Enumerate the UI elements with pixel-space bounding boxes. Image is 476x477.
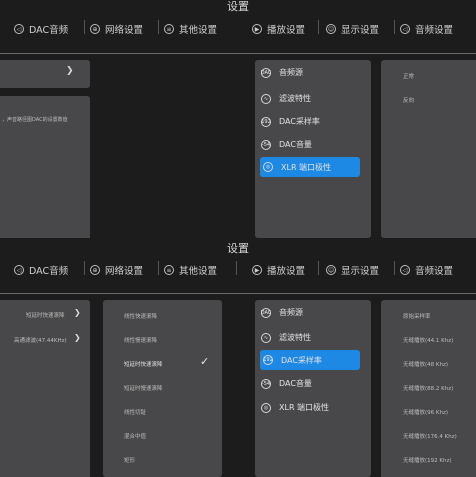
tab-underline — [0, 53, 476, 54]
menu-item-audio-source[interactable]: DAC 音频源 — [261, 67, 303, 78]
chevron-right-icon: ❯ — [74, 308, 81, 317]
tab-other[interactable]: ≡ 其他设置 — [164, 263, 217, 277]
filter-option[interactable]: 线性慢速滚降 — [124, 336, 157, 344]
menu-item-volume[interactable]: -54 DAC音量 — [261, 378, 312, 389]
tab-divider — [318, 20, 319, 34]
sample-rate-option[interactable]: 无缝播放(48 Khz) — [403, 360, 448, 368]
filter-current-item[interactable]: 短延时快速滚降 — [26, 311, 65, 319]
filter-icon: ∿ — [261, 332, 271, 343]
menu-item-filter[interactable]: ∿ 滤波特性 — [261, 93, 311, 104]
polarity-options-panel: 正常 反向 — [381, 60, 476, 238]
settings-screen-bottom: 设置 ◁ DAC音频 ⊕ 网络设置 ≡ 其他设置 ▶ 播放设置 ☺ 显示设置 ◁ 音频设置 … — [0, 239, 476, 477]
menu-item-filter[interactable]: ∿ 滤波特性 — [261, 332, 311, 343]
tab-underline — [0, 293, 476, 294]
option-inverted[interactable]: 反向 — [403, 96, 414, 104]
filter-option[interactable]: 混合中值 — [124, 432, 146, 440]
list-icon: ≡ — [164, 24, 174, 34]
globe-icon: ⊕ — [90, 24, 100, 34]
tab-other[interactable]: ≡ 其他设置 — [164, 22, 217, 36]
filter-options-panel: 线性快速滚降 线性慢速滚降 短延时快速滚降 ✓ 短延时慢速滚降 线性切趾 混合中… — [103, 300, 222, 477]
dac-icon: DAC — [260, 307, 272, 318]
globe-icon: ⊕ — [90, 265, 100, 275]
play-icon: ▶ — [252, 265, 262, 275]
sample-rate-option[interactable]: 无缝播放(192 Khz) — [403, 456, 452, 464]
play-icon: ▶ — [252, 24, 262, 34]
settings-screen-top: 设置 ◁ DAC音频 ⊕ 网络设置 ≡ 其他设置 ▶ 播放设置 ☺ 显示设置 ◁ 音频设置 … — [0, 0, 476, 238]
sample-rate-icon: 192 — [263, 355, 273, 365]
speaker-icon: ◁ — [14, 24, 24, 34]
tab-display[interactable]: ☺ 显示设置 — [326, 22, 379, 36]
tab-divider — [236, 261, 237, 275]
tab-divider — [84, 20, 85, 34]
filter-option-selected[interactable]: 短延时快速滚降 — [124, 360, 163, 368]
volume-icon: -54 — [261, 139, 271, 150]
polarity-icon: ◎ — [261, 402, 271, 413]
tab-divider — [158, 261, 159, 275]
tab-bar: ◁ DAC音频 ⊕ 网络设置 ≡ 其他设置 ▶ 播放设置 ☺ 显示设置 ◁ 音频设置 — [0, 16, 476, 40]
tab-divider — [394, 261, 395, 275]
dac-info-text: ，声音路径图DAC的设置数值 — [2, 117, 68, 123]
menu-item-xlr-polarity[interactable]: ◎ XLR 端口极性 — [260, 157, 360, 177]
sample-rate-option[interactable]: 无缝播放(88.2 Khz) — [403, 384, 453, 392]
filter-icon: ∿ — [261, 93, 271, 104]
tab-playback[interactable]: ▶ 播放设置 — [252, 22, 305, 36]
dac-menu-panel: DAC 音频源 ∿ 滤波特性 192 DAC采样率 -54 DAC音量 ◎ XLR 端口极… — [255, 300, 371, 477]
chevron-right-icon: ❯ — [74, 333, 81, 342]
option-normal[interactable]: 正常 — [403, 72, 414, 80]
tab-network[interactable]: ⊕ 网络设置 — [90, 263, 143, 277]
sample-rate-icon: 192 — [261, 116, 271, 127]
dac-icon: DAC — [260, 67, 272, 78]
tab-audio[interactable]: ◁ 音频设置 — [400, 263, 453, 277]
menu-item-volume[interactable]: -54 DAC音量 — [261, 139, 312, 150]
display-icon: ☺ — [326, 265, 336, 275]
tab-dac-audio[interactable]: ◁ DAC音频 — [14, 22, 68, 36]
display-icon: ☺ — [326, 24, 336, 34]
highpass-item[interactable]: 高通滤波(47.44KHz) — [14, 336, 67, 344]
speaker-icon: ◁ — [400, 24, 410, 34]
list-icon: ≡ — [164, 265, 174, 275]
tab-divider — [84, 261, 85, 275]
tab-divider — [394, 20, 395, 34]
dac-submenu-row[interactable]: ❯ — [0, 60, 90, 88]
polarity-icon: ◎ — [263, 162, 273, 172]
sample-rate-option[interactable]: 无缝播放(176.4 Khz) — [403, 432, 457, 440]
menu-item-audio-source[interactable]: DAC 音频源 — [261, 307, 303, 318]
sample-rate-option[interactable]: 无缝播放(96 Khz) — [403, 408, 448, 416]
menu-item-xlr-polarity[interactable]: ◎ XLR 端口极性 — [261, 402, 329, 413]
tab-playback[interactable]: ▶ 播放设置 — [252, 263, 305, 277]
dac-menu-panel: DAC 音频源 ∿ 滤波特性 192 DAC采样率 -54 DAC音量 ◎ XLR 端口极… — [255, 60, 371, 238]
tab-audio[interactable]: ◁ 音频设置 — [400, 22, 453, 36]
dac-info-panel: ，声音路径图DAC的设置数值 — [0, 96, 90, 238]
tab-display[interactable]: ☺ 显示设置 — [326, 263, 379, 277]
page-title: 设置 — [227, 0, 249, 13]
tab-dac-audio[interactable]: ◁ DAC音频 — [14, 263, 68, 277]
tab-divider — [318, 261, 319, 275]
chevron-right-icon: ❯ — [66, 66, 74, 76]
checkmark-icon: ✓ — [200, 355, 210, 368]
tab-network[interactable]: ⊕ 网络设置 — [90, 22, 143, 36]
menu-item-sample-rate[interactable]: 192 DAC采样率 — [261, 116, 320, 127]
filter-option[interactable]: 矩形 — [124, 456, 135, 464]
sample-rate-option[interactable]: 无缝播放(44.1 Khz) — [403, 336, 453, 344]
menu-item-sample-rate[interactable]: 192 DAC采样率 — [260, 350, 360, 370]
filter-option[interactable]: 短延时慢速滚降 — [124, 384, 163, 392]
filter-left-panel: 短延时快速滚降 ❯ 高通滤波(47.44KHz) ❯ — [0, 300, 90, 477]
filter-option[interactable]: 线性切趾 — [124, 408, 146, 416]
tab-divider — [158, 20, 159, 34]
tab-bar: ◁ DAC音频 ⊕ 网络设置 ≡ 其他设置 ▶ 播放设置 ☺ 显示设置 ◁ 音频设置 — [0, 257, 476, 281]
speaker-icon: ◁ — [400, 265, 410, 275]
page-title: 设置 — [227, 242, 249, 255]
speaker-icon: ◁ — [14, 265, 24, 275]
sample-rate-panel: 原始采样率 无缝播放(44.1 Khz) 无缝播放(48 Khz) 无缝播放(8… — [381, 300, 476, 477]
sample-rate-option[interactable]: 原始采样率 — [403, 312, 431, 320]
volume-icon: -54 — [261, 378, 271, 389]
filter-option[interactable]: 线性快速滚降 — [124, 312, 157, 320]
